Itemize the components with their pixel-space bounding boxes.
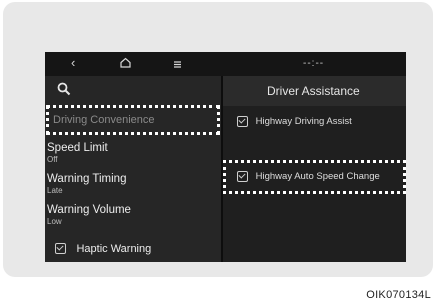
home-icon[interactable]: [120, 56, 131, 71]
figure-frame: ‹ --:-- Driving Convenience Speed Limit: [3, 2, 433, 277]
driving-convenience-item[interactable]: Driving Convenience: [46, 105, 220, 135]
menu-icon[interactable]: [173, 57, 182, 72]
search-icon: [57, 82, 71, 96]
infotainment-screen: ‹ --:-- Driving Convenience Speed Limit: [45, 52, 406, 262]
speed-limit-item[interactable]: Speed Limit Off: [47, 142, 219, 164]
checkbox-checked-icon[interactable]: [237, 116, 248, 127]
panel-title: Driver Assistance: [223, 76, 406, 106]
checkbox-checked-icon[interactable]: [237, 171, 248, 182]
highway-driving-assist-option[interactable]: Highway Driving Assist: [237, 116, 352, 127]
highway-auto-speed-change-option[interactable]: Highway Auto Speed Change: [223, 160, 406, 194]
settings-category-list: Driving Convenience Speed Limit Off Warn…: [45, 76, 223, 262]
top-bar: ‹ --:--: [45, 52, 406, 76]
checkbox-checked-icon[interactable]: [55, 243, 66, 255]
warning-volume-item[interactable]: Warning Volume Low: [47, 204, 219, 226]
haptic-warning-item[interactable]: Haptic Warning: [55, 240, 227, 258]
figure-code: OIK070134L: [366, 289, 431, 301]
warning-timing-item[interactable]: Warning Timing Late: [47, 173, 219, 195]
search-button[interactable]: [45, 76, 221, 104]
clock: --:--: [303, 58, 325, 69]
driver-assistance-panel: Driver Assistance Highway Driving Assist…: [223, 76, 406, 262]
chevron-left-icon[interactable]: ‹: [71, 55, 75, 70]
